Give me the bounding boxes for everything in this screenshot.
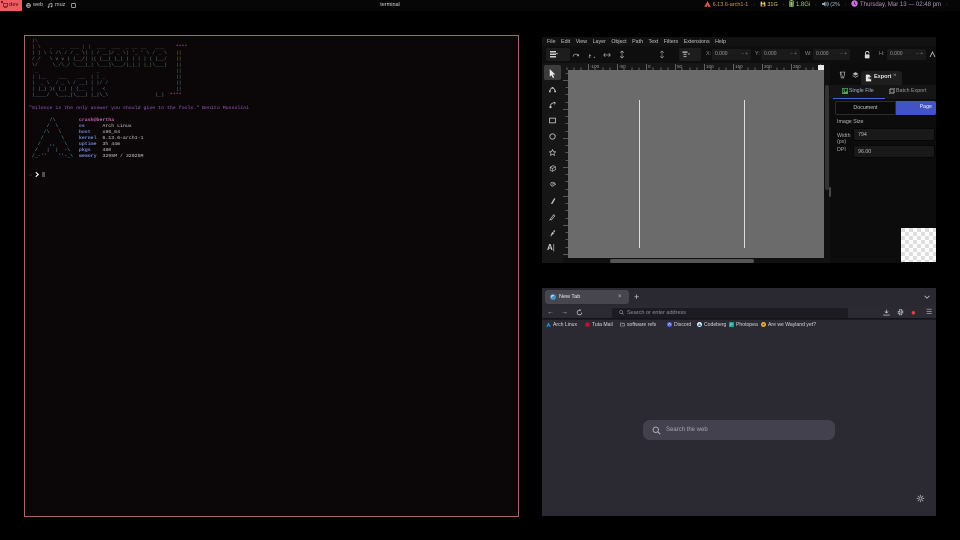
svg-text:250: 250: [793, 64, 801, 69]
svg-text:100: 100: [706, 64, 714, 69]
svg-text:-100: -100: [590, 64, 600, 69]
svg-text:-50: -50: [619, 64, 626, 69]
svg-text:50: 50: [677, 64, 683, 69]
svg-text:200: 200: [764, 64, 772, 69]
svg-text:0: 0: [648, 64, 651, 69]
svg-text:150: 150: [735, 64, 743, 69]
